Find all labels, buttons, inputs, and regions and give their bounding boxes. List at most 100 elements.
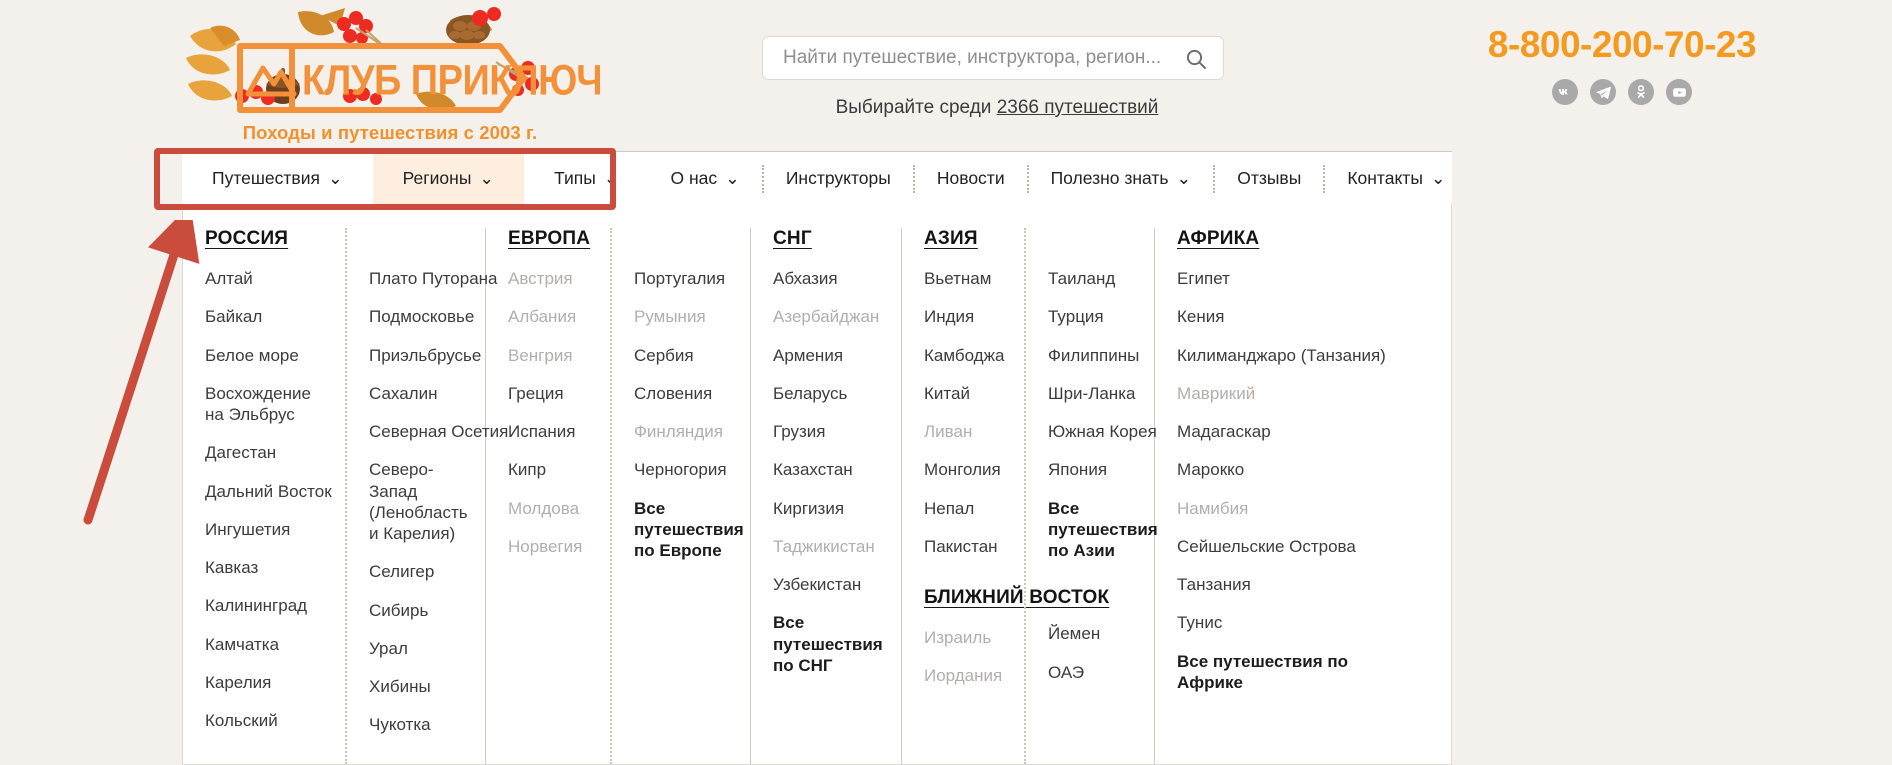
list-item[interactable]: Марокко (1177, 459, 1367, 480)
list-item[interactable]: Египет (1177, 268, 1367, 289)
list-item[interactable]: Албания (508, 306, 588, 327)
vk-icon[interactable] (1552, 79, 1578, 105)
list-item[interactable]: Карелия (205, 672, 323, 693)
list-item-all-africa[interactable]: Все путешествия по Африке (1177, 651, 1367, 694)
list-item[interactable]: Австрия (508, 268, 588, 289)
list-item[interactable]: Абхазия (773, 268, 883, 289)
list-item[interactable]: Венгрия (508, 345, 588, 366)
list-item[interactable]: Казахстан (773, 459, 883, 480)
list-item[interactable]: Ливан (924, 421, 1002, 442)
list-item[interactable]: Селигер (369, 561, 467, 582)
list-item[interactable]: Португалия (634, 268, 732, 289)
list-item[interactable]: Молдова (508, 498, 588, 519)
list-item[interactable]: Армения (773, 345, 883, 366)
list-item[interactable]: Шри-Ланка (1048, 383, 1136, 404)
list-item-all-asia[interactable]: Все путешествия по Азии (1048, 498, 1158, 562)
list-item[interactable]: Греция (508, 383, 588, 404)
list-item[interactable]: Япония (1048, 459, 1136, 480)
list-item[interactable]: Приэльбрусье (369, 345, 481, 366)
list-item[interactable]: Грузия (773, 421, 883, 442)
list-item[interactable]: Филиппины (1048, 345, 1139, 366)
list-item[interactable]: Румыния (634, 306, 732, 327)
list-item[interactable]: Сербия (634, 345, 732, 366)
youtube-icon[interactable] (1666, 79, 1692, 105)
list-item-all-europe[interactable]: Все путешествия по Европе (634, 498, 744, 562)
list-item[interactable]: Мадагаскар (1177, 421, 1367, 442)
list-item[interactable]: Хибины (369, 676, 467, 697)
list-item[interactable]: Йемен (1048, 623, 1136, 644)
list-item-all-cis[interactable]: Все путешествия по СНГ (773, 612, 883, 676)
list-item[interactable]: Дальний Восток (205, 481, 332, 502)
list-item[interactable]: Алтай (205, 268, 323, 289)
list-item[interactable]: Монголия (924, 459, 1002, 480)
odnoklassniki-icon[interactable] (1628, 79, 1654, 105)
list-item[interactable]: Калининград (205, 595, 323, 616)
list-item[interactable]: Сахалин (369, 383, 467, 404)
list-item[interactable]: Урал (369, 638, 467, 659)
region-title-cis[interactable]: СНГ (773, 228, 883, 250)
list-item[interactable]: Килиманджаро (Танзания) (1177, 345, 1386, 366)
list-item[interactable]: Испания (508, 421, 588, 442)
list-item[interactable]: Пакистан (924, 536, 1002, 557)
search-input[interactable] (781, 37, 1181, 79)
list-item[interactable]: Израиль (924, 627, 1002, 648)
list-item[interactable]: ОАЭ (1048, 662, 1136, 683)
list-item[interactable]: Восхождение на Эльбрус (205, 383, 323, 426)
nav-item-tipy[interactable]: Типы ⌄ (524, 152, 648, 205)
search-count-link[interactable]: 2366 путешествий (997, 97, 1159, 118)
list-item[interactable]: Азербайджан (773, 306, 883, 327)
list-item[interactable]: Северо-Запад (Ленобласть и Карелия) (369, 459, 468, 544)
list-item[interactable]: Вьетнам (924, 268, 1002, 289)
list-item[interactable]: Сейшельские Острова (1177, 536, 1367, 557)
nav-item-novosti[interactable]: Новости (915, 152, 1027, 205)
list-item[interactable]: Тунис (1177, 612, 1367, 633)
list-item[interactable]: Сибирь (369, 600, 467, 621)
nav-item-polezno-znat[interactable]: Полезно знать ⌄ (1029, 152, 1214, 205)
list-item[interactable]: Кавказ (205, 557, 323, 578)
list-item[interactable]: Беларусь (773, 383, 883, 404)
list-item[interactable]: Чукотка (369, 714, 467, 735)
region-title-europe[interactable]: ЕВРОПА (508, 228, 590, 250)
nav-item-o-nas[interactable]: О нас ⌄ (649, 152, 762, 205)
list-item[interactable]: Словения (634, 383, 732, 404)
list-item[interactable]: Кольский (205, 710, 323, 731)
region-title-asia[interactable]: АЗИЯ (924, 228, 1002, 250)
nav-item-puteshestviya[interactable]: Путешествия ⌄ (182, 152, 373, 205)
list-item[interactable]: Таджикистан (773, 536, 883, 557)
list-item[interactable]: Индия (924, 306, 1002, 327)
phone-number[interactable]: 8-800-200-70-23 (1472, 26, 1772, 63)
list-item[interactable]: Плато Путорана (369, 268, 498, 289)
list-item[interactable]: Кения (1177, 306, 1367, 327)
telegram-icon[interactable] (1590, 79, 1616, 105)
list-item[interactable]: Кипр (508, 459, 588, 480)
list-item[interactable]: Черногория (634, 459, 732, 480)
list-item[interactable]: Ингушетия (205, 519, 323, 540)
list-item[interactable]: Киргизия (773, 498, 883, 519)
search-box[interactable] (762, 36, 1224, 80)
list-item[interactable]: Таиланд (1048, 268, 1136, 289)
region-title-middle-east[interactable]: БЛИЖНИЙ ВОСТОК (924, 587, 1109, 609)
list-item[interactable]: Танзания (1177, 574, 1367, 595)
site-logo[interactable]: КЛУБ ПРИКЛЮЧЕНИЙ Походы и путешествия с … (180, 6, 600, 146)
list-item[interactable]: Намибия (1177, 498, 1367, 519)
list-item[interactable]: Турция (1048, 306, 1136, 327)
list-item[interactable]: Узбекистан (773, 574, 883, 595)
list-item[interactable]: Камчатка (205, 634, 323, 655)
list-item[interactable]: Китай (924, 383, 1002, 404)
region-title-africa[interactable]: АФРИКА (1177, 228, 1367, 250)
nav-item-otzyvy[interactable]: Отзывы (1215, 152, 1323, 205)
list-item[interactable]: Норвегия (508, 536, 588, 557)
list-item[interactable]: Белое море (205, 345, 323, 366)
list-item[interactable]: Иордания (924, 665, 1002, 686)
list-item[interactable]: Байкал (205, 306, 323, 327)
list-item[interactable]: Непал (924, 498, 1002, 519)
list-item[interactable]: Дагестан (205, 442, 323, 463)
region-title-russia[interactable]: РОССИЯ (205, 228, 323, 250)
nav-item-kontakty[interactable]: Контакты ⌄ (1325, 152, 1467, 205)
list-item[interactable]: Камбоджа (924, 345, 1004, 366)
list-item[interactable]: Финляндия (634, 421, 732, 442)
list-item[interactable]: Подмосковье (369, 306, 474, 327)
search-icon[interactable] (1185, 48, 1207, 70)
list-item[interactable]: Маврикий (1177, 383, 1367, 404)
list-item[interactable]: Северная Осетия (369, 421, 508, 442)
